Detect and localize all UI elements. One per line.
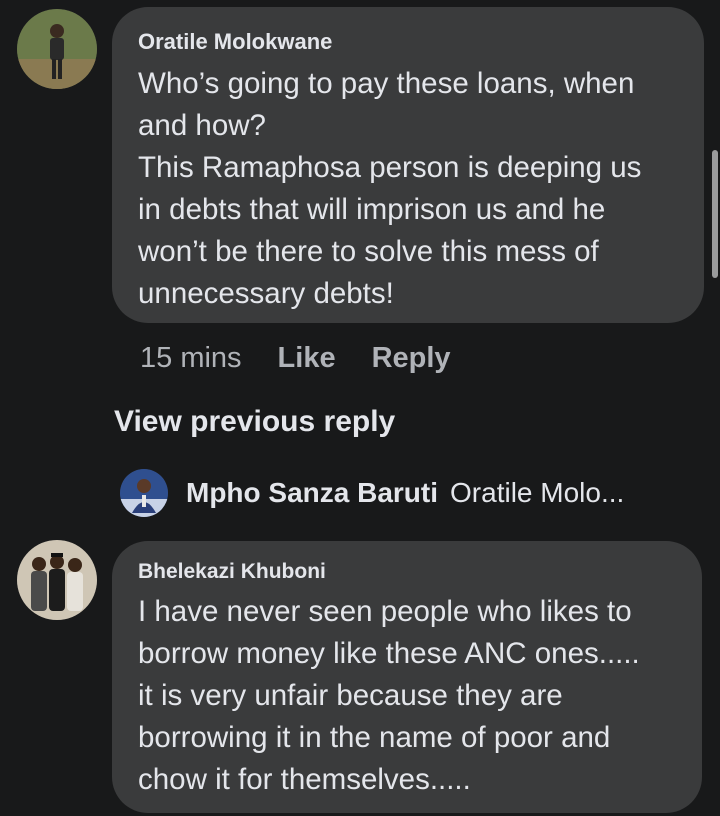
reply-snippet: Oratile Molo... — [450, 477, 625, 508]
avatar — [120, 469, 168, 517]
comment-actions: 15 mins Like Reply — [140, 338, 487, 378]
avatar[interactable] — [17, 9, 97, 89]
scrollbar[interactable] — [712, 150, 718, 278]
comment-author[interactable]: Bhelekazi Khuboni — [138, 559, 676, 585]
view-previous-reply-link[interactable]: View previous reply — [114, 405, 395, 439]
comment-bubble: Bhelekazi Khuboni I have never seen peop… — [112, 541, 702, 813]
reply-preview[interactable]: Mpho Sanza Baruti Oratile Molo... — [120, 468, 624, 518]
comments-thread: Oratile Molokwane Who’s going to pay the… — [0, 0, 720, 816]
avatar[interactable] — [17, 540, 97, 620]
comment-text: Who’s going to pay these loans, when and… — [138, 67, 642, 310]
comment-bubble: Oratile Molokwane Who’s going to pay the… — [112, 7, 704, 323]
comment-author[interactable]: Oratile Molokwane — [138, 29, 678, 55]
reply-author: Mpho Sanza Baruti — [186, 477, 439, 508]
like-button[interactable]: Like — [278, 342, 336, 375]
comment-timestamp: 15 mins — [140, 341, 242, 374]
comment-text: I have never seen people who likes to bo… — [138, 595, 640, 796]
reply-button[interactable]: Reply — [372, 342, 451, 375]
